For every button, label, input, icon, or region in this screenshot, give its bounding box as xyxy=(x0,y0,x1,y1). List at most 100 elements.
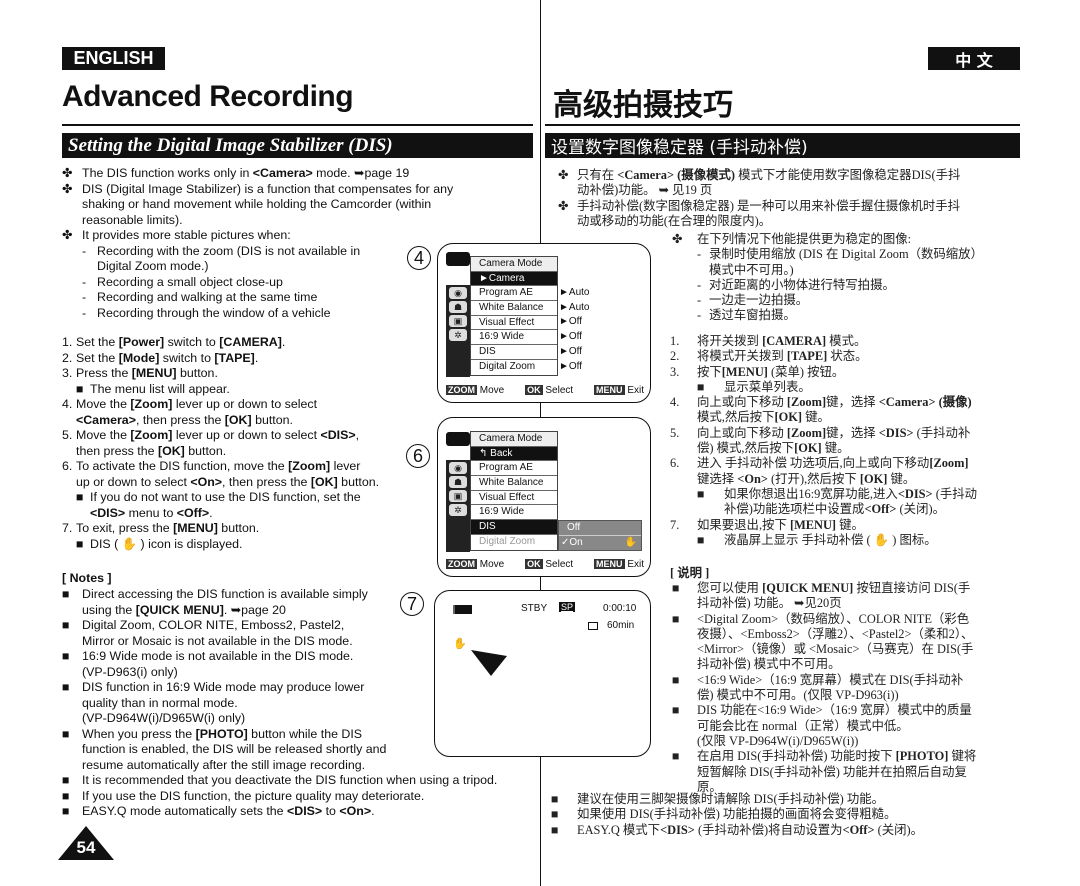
list-item: ■ 您可以使用 [QUICK MENU] 按钮直接访问 DIS(手 抖动补偿) 功能… xyxy=(672,581,1022,612)
bullet-marker: 4. xyxy=(670,395,680,410)
menu-item-visual-effect[interactable]: Visual Effect xyxy=(471,316,557,331)
bullet-marker: 3. xyxy=(670,364,680,379)
bullet-marker: 2. xyxy=(62,350,73,365)
bullet-marker: - xyxy=(697,308,702,323)
settings-icon: ✲ xyxy=(449,504,467,516)
bullet-marker: ■ xyxy=(76,381,84,396)
menu-icon-column: ◉ ☗ ▣ ✲ xyxy=(446,460,470,552)
list-item: ■ EASY.Q mode automatically sets the <DIS… xyxy=(62,804,542,820)
text-line: 透过车窗拍摄。 xyxy=(709,308,796,323)
bullet-marker: ■ xyxy=(76,490,84,504)
menu-item-program-ae[interactable]: Program AE xyxy=(471,286,557,302)
text-line: 显示菜单列表。 xyxy=(724,379,811,394)
bullet-marker: 1. xyxy=(670,334,680,348)
list-item: ■ <16:9 Wide>（16:9 宽屏幕）模式在 DIS(手抖动补 偿) 模式中… xyxy=(672,673,1022,704)
text-line: 偿) 模式,然后按下[OK] 键。 xyxy=(697,441,850,456)
text-line: Move the [Zoom] lever up or down to sele… xyxy=(76,397,318,411)
sub-item: - 一边走一边拍摄。 xyxy=(697,293,1022,308)
title-rule-zh xyxy=(545,124,1020,126)
text-line: 键选择 <On> (打开),然后按下 [OK] 键。 xyxy=(697,471,916,486)
time-counter: 0:00:10 xyxy=(603,603,637,614)
bullet-marker: ■ xyxy=(672,611,680,626)
menu-item-program-ae[interactable]: Program AE xyxy=(471,461,557,477)
list-item: ✤ 手抖动补偿(数字图像稳定器) 是一种可以用来补偿手握住摄像机时手抖 动或移动的功… xyxy=(558,199,1020,230)
menu-item-16-9-wide[interactable]: 16:9 Wide xyxy=(471,330,557,346)
camera-icon xyxy=(446,252,470,266)
bullet-marker: 4. xyxy=(62,397,73,411)
tape-speed-badge: SP xyxy=(559,602,576,612)
text-line: 将开关拨到 [CAMERA] 模式。 xyxy=(697,334,867,348)
text-line: 动或移动的功能(在合理的限度内)。 xyxy=(577,213,772,228)
menu-item-back[interactable]: ↰ Back xyxy=(471,446,557,462)
text-line: 偿) 模式中不可用。(仅限 VP-D963(i)) xyxy=(697,688,899,703)
bullet-marker: ✤ xyxy=(62,228,73,242)
list-item: 3. 按下[MENU] (菜单) 按钮。 ■ 显示菜单列表。 xyxy=(670,365,1020,396)
cases-zh: ✤ 在下列情况下他能提供更为稳定的图像: - 录制时使用缩放 (DIS 在 Digit… xyxy=(672,232,1022,324)
zoom-label: Move xyxy=(479,385,505,396)
menu-footer: ZOOM Move OK Select MENU Exit xyxy=(446,558,644,570)
ok-key: OK xyxy=(525,559,543,569)
text-line: <Digital Zoom>（数码缩放）、COLOR NITE（彩色 xyxy=(697,611,970,626)
menu-item-white-balance[interactable]: White Balance xyxy=(471,476,557,491)
bullet-marker: ■ xyxy=(62,726,70,741)
list-item: ■ DIS 功能在<16:9 Wide>（16:9 宽屏）模式中的质量 可能会比在 … xyxy=(672,703,1022,749)
sub-item: ■ DIS ( ✋ ) icon is displayed. xyxy=(76,537,462,553)
menu-item-dis[interactable]: DIS xyxy=(471,520,557,535)
text-line: 抖动补偿) 模式中不可用。 xyxy=(697,657,841,672)
list-item: ■ <Digital Zoom>（数码缩放）、COLOR NITE（彩色 夜摄）、<… xyxy=(672,612,1022,673)
visual-effect-icon: ▣ xyxy=(449,315,467,327)
sub-item: ■ 显示菜单列表。 xyxy=(697,380,1020,395)
menu-item-camera[interactable]: ►Camera xyxy=(471,271,557,287)
text-line: 补偿)功能选项栏中设置成<Off> (关闭)。 xyxy=(724,502,945,517)
sub-item: - 录制时使用缩放 (DIS 在 Digital Zoom（数码缩放） 模式中不可用… xyxy=(697,247,1022,278)
bullet-marker: ■ xyxy=(551,822,559,837)
value-dis: ►Off xyxy=(559,345,583,357)
option-off[interactable]: Off xyxy=(559,521,641,536)
text-line: DIS (Digital Image Stabilizer) is a func… xyxy=(82,181,454,196)
text-line: Move the [Zoom] lever up or down to sele… xyxy=(76,428,360,442)
menu-item-digital-zoom[interactable]: Digital Zoom xyxy=(471,535,557,550)
remaining-time: 60min xyxy=(607,620,635,631)
connector-line xyxy=(540,403,541,417)
connector-line xyxy=(540,577,541,590)
sub-item: - 对近距离的小物体进行特写拍摄。 xyxy=(697,278,1022,293)
menu-item-dis[interactable]: DIS xyxy=(471,345,557,360)
text-line: <Mirror>（镜像）或 <Mosaic>（马赛克）在 DIS(手 xyxy=(697,642,974,657)
bullet-marker: ■ xyxy=(62,788,70,803)
menu-item-digital-zoom[interactable]: Digital Zoom xyxy=(471,360,557,375)
menu-item-visual-effect[interactable]: Visual Effect xyxy=(471,491,557,506)
menu-list: Camera Mode ►Camera Program AE White Bal… xyxy=(470,256,558,376)
menu-item-16-9-wide[interactable]: 16:9 Wide xyxy=(471,505,557,521)
list-item: 4. Move the [Zoom] lever up or down to se… xyxy=(62,397,462,428)
bullet-marker: 6. xyxy=(62,459,73,473)
text-line: 液晶屏上显示 手抖动补偿 ( ✋ ) 图标。 xyxy=(724,532,937,547)
bullet-marker: ■ xyxy=(62,587,70,601)
white-balance-icon: ☗ xyxy=(449,301,467,313)
text-line: 抖动补偿) 功能。 ➥见20页 xyxy=(697,596,842,611)
program-ae-icon: ◉ xyxy=(449,287,467,299)
bullet-marker: ■ xyxy=(697,379,705,394)
option-on[interactable]: ✓On ✋ xyxy=(559,536,641,551)
page-title-en: Advanced Recording xyxy=(62,80,354,113)
bullet-marker: ■ xyxy=(672,703,680,718)
text-line: up or down to select <On>, then press th… xyxy=(76,474,380,489)
text-line: If you do not want to use the DIS functi… xyxy=(90,490,361,504)
text-line: 向上或向下移动 [Zoom]键，选择 <Camera> (摄像) xyxy=(697,395,972,410)
text-line: 将模式开关拨到 [TAPE] 状态。 xyxy=(697,349,868,364)
text-line: 进入 手抖动补偿 功选项后,向上或向下移动[Zoom] xyxy=(697,456,969,471)
list-item: ✤ DIS (Digital Image Stabilizer) is a fun… xyxy=(62,182,542,229)
bullet-marker: - xyxy=(82,274,87,289)
text-line: 模式,然后按下[OK] 键。 xyxy=(697,410,830,425)
bullet-marker: ■ xyxy=(551,807,559,822)
text-line: 动补偿)功能。 ➥ 见19 页 xyxy=(577,183,713,198)
dis-hand-icon: ✋ xyxy=(453,638,467,650)
menu-screen-step-4: ◉ ☗ ▣ ✲ Camera Mode ►Camera Program AE W… xyxy=(437,243,651,403)
text-line: 可能会比在 normal（正常）模式中低。 xyxy=(697,718,909,733)
lcd-screen-step-7: STBY SP 0:00:10 60min ✋ xyxy=(434,590,651,757)
list-item: ■ 建议在使用三脚架摄像时请解除 DIS(手抖动补偿) 功能。 xyxy=(551,792,1021,807)
zoom-key: ZOOM xyxy=(446,385,477,395)
bullet-marker: ■ xyxy=(76,536,84,551)
menu-item-white-balance[interactable]: White Balance xyxy=(471,301,557,316)
notes-title-zh: [ 说明 ] xyxy=(670,566,710,580)
settings-icon: ✲ xyxy=(449,329,467,341)
